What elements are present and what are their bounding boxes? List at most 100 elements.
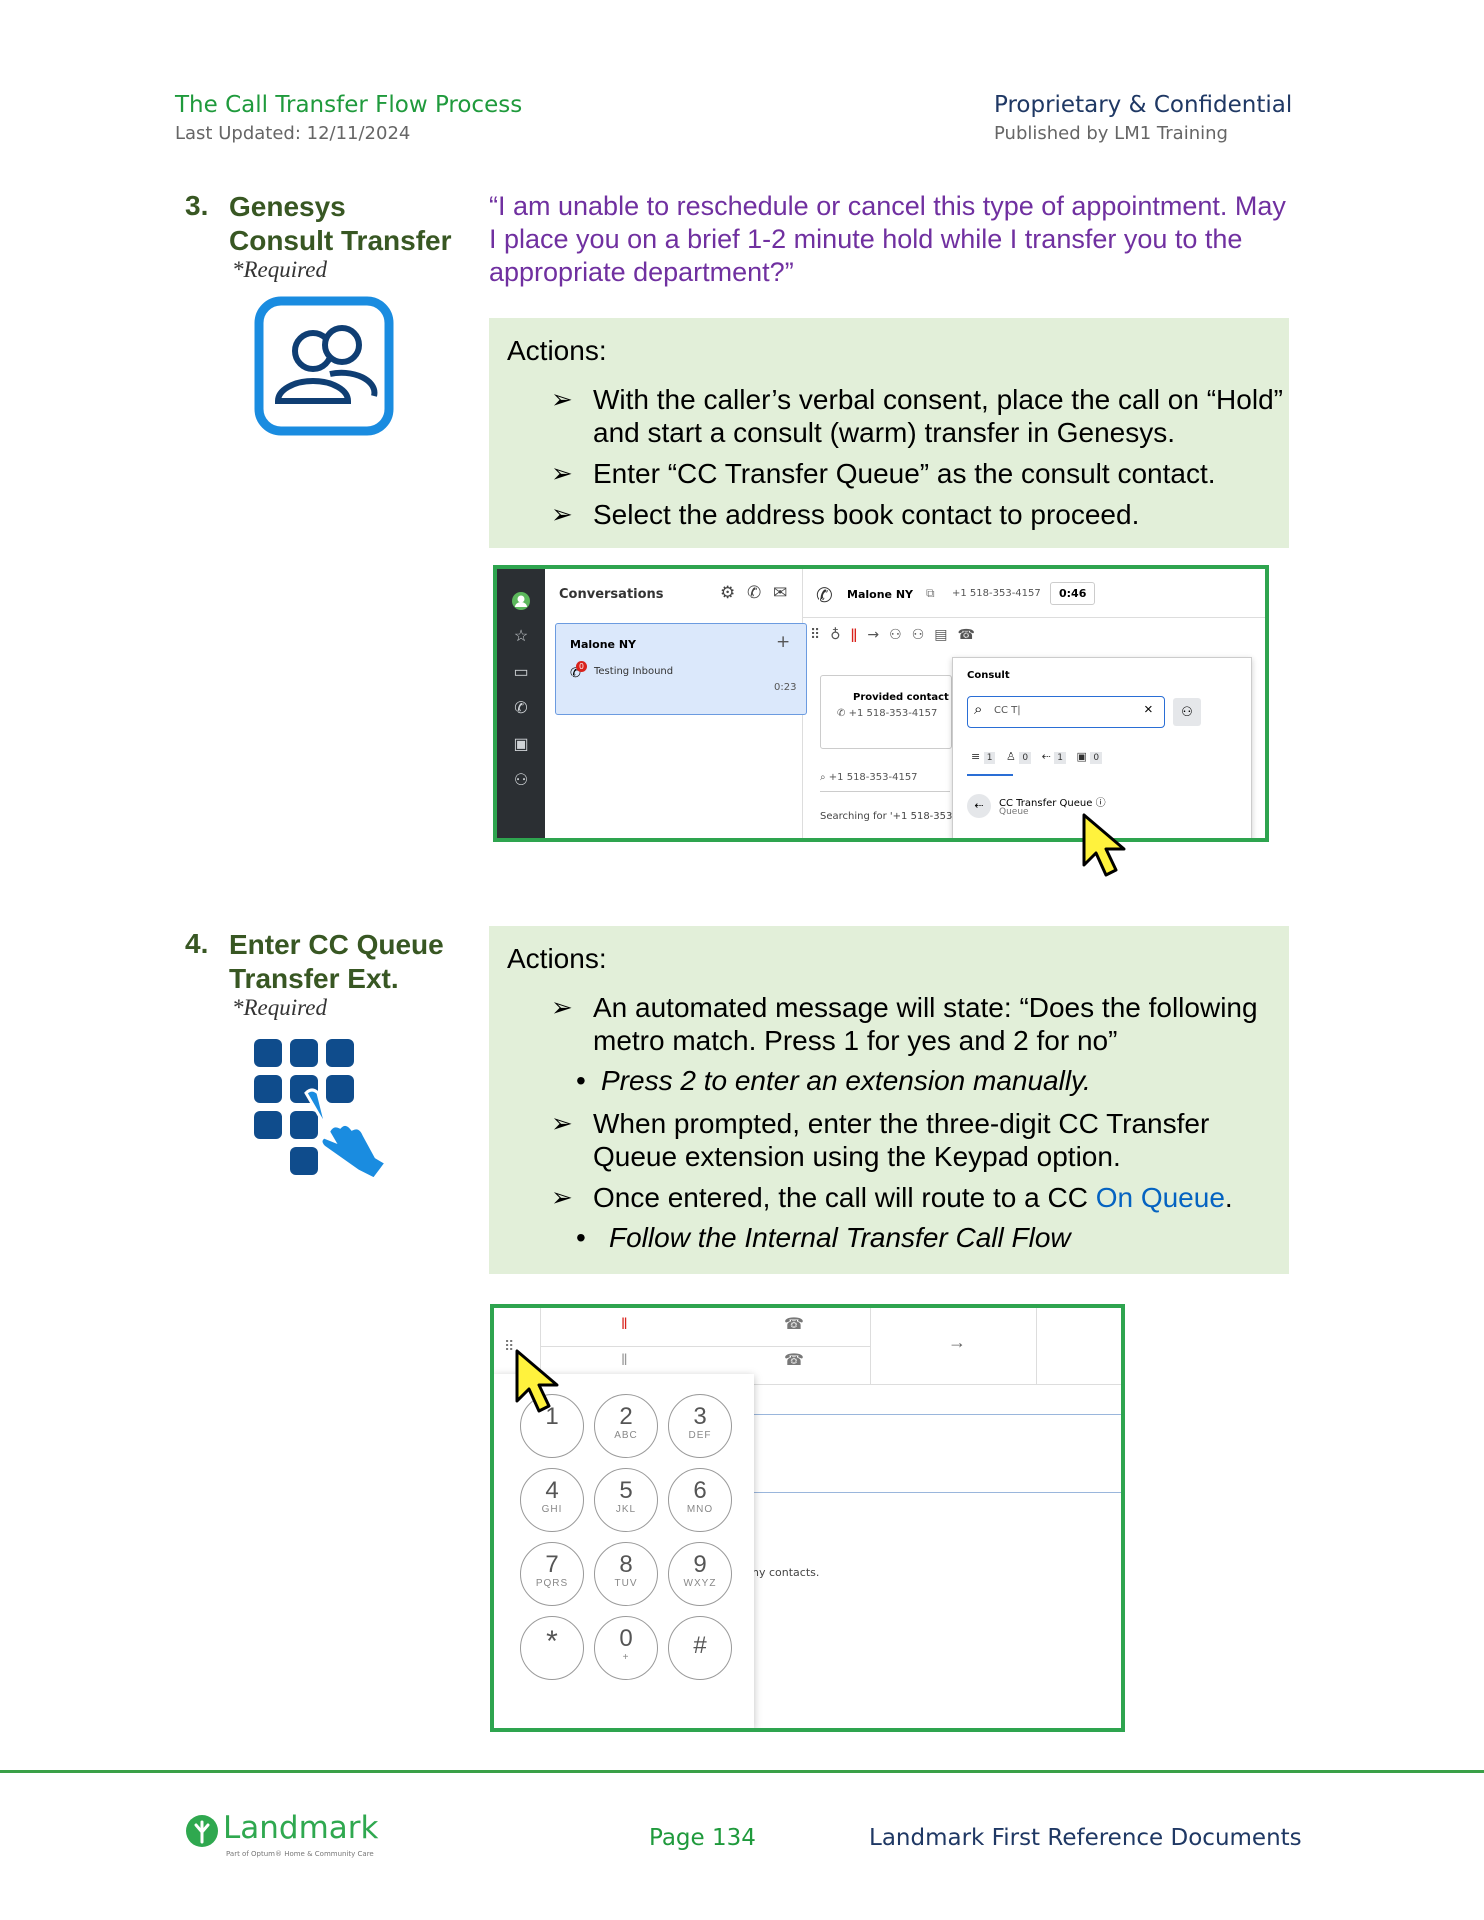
filter-queues-icon[interactable]: ⇠ <box>1042 750 1051 763</box>
inbox-icon[interactable]: ▣ <box>511 735 531 755</box>
keypad-icon[interactable]: ⠿ <box>810 627 830 643</box>
key-6[interactable]: 6 MNO <box>668 1468 732 1532</box>
active-tab-indicator <box>967 774 1013 776</box>
step-4-action-list: ➢ An automated message will state: “Does … <box>551 991 1291 1264</box>
consult-icon[interactable]: ⚇ <box>889 627 912 643</box>
action-item: ➢ With the caller’s verbal consent, place… <box>551 384 1283 448</box>
key-7[interactable]: 7 PQRS <box>520 1542 584 1606</box>
step-3-title: Genesys Consult Transfer <box>229 190 451 258</box>
transfer-icon[interactable]: → <box>948 1332 966 1353</box>
keypad-hand-icon <box>254 1039 389 1177</box>
bullet-dot-icon: • <box>576 1065 586 1096</box>
action-item: ➢ An automated message will state: “Does … <box>551 992 1258 1056</box>
footer-reference: Landmark First Reference Documents <box>869 1825 1302 1851</box>
logo-tagline: Part of Optum® Home & Community Care <box>226 1850 374 1858</box>
step-3-script-quote: “I am unable to reschedule or cancel thi… <box>489 191 1286 287</box>
inbound-call-icon: 0 ✆ <box>570 661 587 680</box>
phone-icon[interactable]: ✆ <box>511 699 531 719</box>
key-star[interactable]: * <box>520 1616 584 1680</box>
mic-icon[interactable]: ♁ <box>830 627 850 643</box>
genesys-nav-bar: ☆ ▭ ✆ ▣ ⚇ <box>497 569 545 838</box>
on-queue-link[interactable]: On Queue <box>1096 1182 1225 1213</box>
step-4-title-line1: Enter CC Queue <box>229 929 444 960</box>
key-9[interactable]: 9 WXYZ <box>668 1542 732 1606</box>
action-item: ➢ Once entered, the call will route to a … <box>551 1182 1233 1213</box>
hold-icon[interactable]: ǁ <box>621 1352 628 1370</box>
disconnect-icon[interactable]: ☎ <box>784 1350 804 1370</box>
conversations-pane: Conversations ⚙ ✆ ✉ Malone NY + 0 ✆ Test… <box>545 569 807 838</box>
footer-divider <box>0 1770 1484 1773</box>
step-4-title-line2: Transfer Ext. <box>229 963 399 994</box>
conference-icon[interactable]: ⚇ <box>912 627 935 643</box>
step-3-action-list: ➢ With the caller’s verbal consent, place… <box>551 383 1291 539</box>
secure-icon[interactable]: ▤ <box>934 627 957 643</box>
action-item: ➢ When prompted, enter the three-digit CC… <box>551 1108 1210 1172</box>
published-by: Published by LM1 Training <box>994 123 1228 144</box>
provided-contact-card: Provided contact i ✆ +1 518-353-4157 <box>820 675 956 749</box>
divider <box>1036 1308 1037 1384</box>
step-3-required: *Required <box>232 257 327 282</box>
star-icon[interactable]: ☆ <box>511 627 531 647</box>
consult-result-item[interactable]: ⇠ CC Transfer Queue ⓘ Queue <box>967 790 1191 826</box>
landmark-tree-icon <box>186 1815 218 1847</box>
step-4-title: Enter CC Queue Transfer Ext. <box>229 928 444 996</box>
step-4-number: 4. <box>185 928 209 959</box>
phone-icon[interactable]: ✆ <box>747 583 761 603</box>
add-icon[interactable]: + <box>776 632 790 652</box>
provided-contact-label: Provided contact i <box>853 692 956 703</box>
arrow-bullet-icon: ➢ <box>551 1182 573 1212</box>
step-3-title-line1: Genesys <box>229 191 346 222</box>
key-3[interactable]: 3 DEF <box>668 1394 732 1458</box>
key-hash[interactable]: # <box>668 1616 732 1680</box>
people-icon <box>254 296 394 436</box>
genesys-consult-screenshot: ☆ ▭ ✆ ▣ ⚇ Conversations ⚙ ✆ ✉ Malone NY … <box>493 565 1269 842</box>
info-icon[interactable]: ⓘ <box>1096 798 1106 809</box>
key-8[interactable]: 8 TUV <box>594 1542 658 1606</box>
searching-text: Searching for '+1 518-353 <box>820 811 953 822</box>
contacts-icon[interactable]: ⚇ <box>511 771 531 791</box>
key-2[interactable]: 2 ABC <box>594 1394 658 1458</box>
clear-icon[interactable]: × <box>1144 701 1153 718</box>
filter-external-icon[interactable]: ▣ <box>1077 750 1087 763</box>
consult-search-value: CC T| <box>994 705 1021 716</box>
actions-label: Actions: <box>507 943 607 974</box>
phone-icon: ✆ <box>816 585 833 607</box>
confidential-label: Proprietary & Confidential <box>994 92 1293 118</box>
genesys-keypad-screenshot: ⠿ ǁ ǁ ☎ ☎ → ny contacts. 1 2 ABC 3 DEF 4 GH… <box>490 1304 1125 1732</box>
filter-all-icon[interactable]: ≡ <box>971 750 980 763</box>
key-5[interactable]: 5 JKL <box>594 1468 658 1532</box>
card-status: Testing Inbound <box>594 666 674 677</box>
step-4-required: *Required <box>232 995 327 1020</box>
divider <box>540 1346 870 1347</box>
consult-search-input[interactable]: ⌕ CC T| × <box>967 696 1165 728</box>
action-item: ➢ Select the address book contact to proc… <box>551 499 1140 530</box>
settings-icon[interactable]: ⚙ <box>720 583 735 603</box>
key-4[interactable]: 4 GHI <box>520 1468 584 1532</box>
hold-icon[interactable]: ǁ <box>851 627 868 643</box>
call-toolbar: ⠿♁ǁ→⚇⚇▤☎ <box>810 627 985 643</box>
queue-icon: ⇠ <box>967 794 991 818</box>
disconnect-icon[interactable]: ☎ <box>958 627 985 643</box>
consult-title: Consult <box>967 670 1010 681</box>
provided-contact-number: ✆ +1 518-353-4157 <box>837 708 938 719</box>
contact-search-field[interactable]: ⌕ +1 518-353-4157 <box>820 765 950 792</box>
filter-people-icon[interactable]: ♙ <box>1006 750 1016 763</box>
disconnect-icon[interactable]: ☎ <box>784 1314 804 1334</box>
hold-icon[interactable]: ǁ <box>621 1316 628 1334</box>
video-icon[interactable]: ▭ <box>511 663 531 683</box>
action-sub-item: • Follow the Internal Transfer Call Flow <box>576 1222 1071 1253</box>
divider <box>870 1308 871 1384</box>
copy-icon[interactable]: ⧉ <box>926 586 935 601</box>
actions-label: Actions: <box>507 335 607 366</box>
user-status-icon[interactable] <box>511 591 531 611</box>
arrow-bullet-icon: ➢ <box>551 458 573 488</box>
mail-icon[interactable]: ✉ <box>773 583 787 603</box>
arrow-bullet-icon: ➢ <box>551 384 573 414</box>
conversation-card[interactable]: Malone NY + 0 ✆ Testing Inbound 0:23 <box>555 623 807 715</box>
step-3-actions-box: Actions: ➢ With the caller’s verbal conse… <box>489 318 1289 548</box>
card-timer: 0:23 <box>774 682 797 693</box>
consult-contact-icon[interactable]: ⚇ <box>1173 698 1201 726</box>
key-0[interactable]: 0 + <box>594 1616 658 1680</box>
contacts-text: ny contacts. <box>752 1566 820 1579</box>
transfer-icon[interactable]: → <box>867 627 889 643</box>
